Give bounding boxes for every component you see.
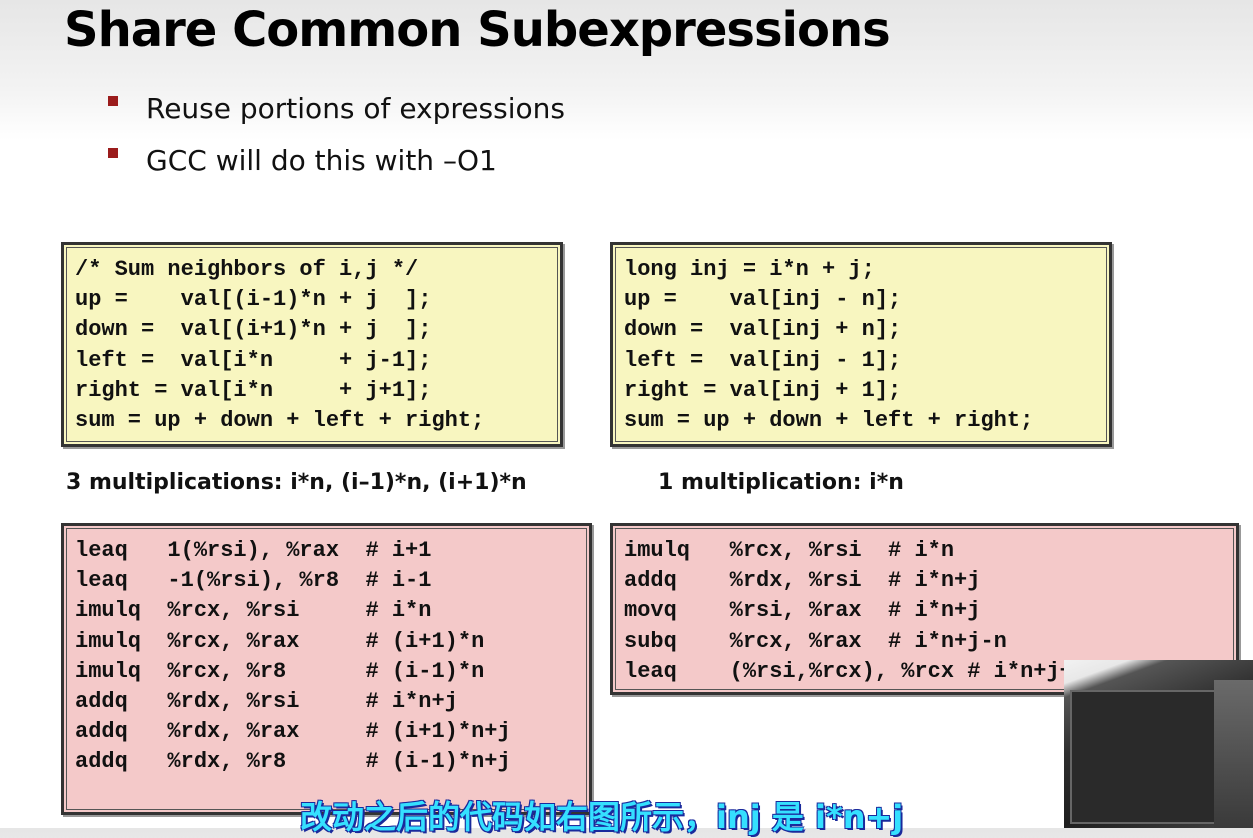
- bullet-square-icon: [108, 148, 118, 158]
- code-box-optimized: long inj = i*n + j; up = val[inj - n]; d…: [610, 242, 1112, 447]
- caption-left: 3 multiplications: i*n, (i–1)*n, (i+1)*n: [66, 470, 527, 495]
- bullet-item: Reuse portions of expressions: [108, 92, 565, 125]
- slide-title: Share Common Subexpressions: [64, 2, 891, 58]
- asm-original: leaq 1(%rsi), %rax # i+1 leaq -1(%rsi), …: [75, 538, 511, 775]
- video-subtitle: 改动之后的代码如右图所示，inj 是 i*n+j: [300, 798, 904, 836]
- code-optimized: long inj = i*n + j; up = val[inj - n]; d…: [624, 257, 1034, 434]
- bullet-text: Reuse portions of expressions: [146, 92, 565, 125]
- bullet-text: GCC will do this with –O1: [146, 144, 497, 177]
- webcam-wall: [1214, 680, 1253, 828]
- caption-right: 1 multiplication: i*n: [658, 470, 904, 495]
- code-box-original: /* Sum neighbors of i,j */ up = val[(i-1…: [61, 242, 563, 447]
- bullet-square-icon: [108, 96, 118, 106]
- bullet-item: GCC will do this with –O1: [108, 144, 497, 177]
- webcam-overlay: [1064, 660, 1253, 828]
- webcam-blackboard: [1070, 690, 1224, 824]
- code-original: /* Sum neighbors of i,j */ up = val[(i-1…: [75, 257, 485, 434]
- asm-box-original: leaq 1(%rsi), %rax # i+1 leaq -1(%rsi), …: [61, 523, 592, 815]
